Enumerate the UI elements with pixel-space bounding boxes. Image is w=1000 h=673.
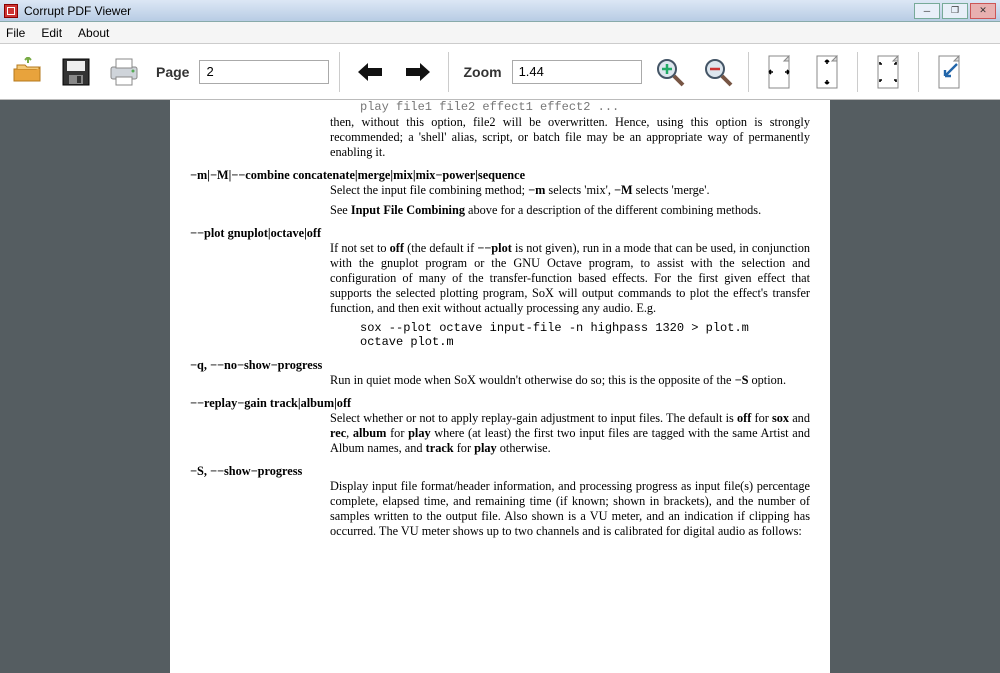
close-button[interactable]: ✕ <box>970 3 996 19</box>
zoom-in-icon <box>654 56 686 88</box>
menu-about[interactable]: About <box>78 26 109 40</box>
print-button[interactable] <box>104 52 144 92</box>
fit-height-icon <box>811 54 843 90</box>
option-heading: −−replay−gain track|album|off <box>190 396 351 410</box>
zoom-label: Zoom <box>463 64 501 80</box>
code-line: sox --plot octave input-file -n highpass… <box>190 321 810 336</box>
fit-height-button[interactable] <box>807 52 847 92</box>
open-button[interactable] <box>8 52 48 92</box>
fit-width-button[interactable] <box>759 52 799 92</box>
option-block: −q, −−no−show−progress <box>190 358 810 373</box>
code-line: octave plot.m <box>190 335 810 350</box>
document-viewport[interactable]: play file1 file2 effect1 effect2 ... the… <box>0 100 1000 673</box>
extract-button[interactable] <box>929 52 969 92</box>
floppy-disk-icon <box>61 57 91 87</box>
page-arrow-icon <box>933 54 965 90</box>
code-line: play file1 file2 effect1 effect2 ... <box>190 100 810 115</box>
paragraph: Run in quiet mode when SoX wouldn't othe… <box>190 373 810 388</box>
paragraph: See Input File Combining above for a des… <box>190 203 810 218</box>
option-heading: −m|−M|−−combine concatenate|merge|mix|mi… <box>190 168 525 182</box>
folder-open-icon <box>11 57 45 87</box>
option-block: −m|−M|−−combine concatenate|merge|mix|mi… <box>190 168 810 183</box>
option-heading: −−plot gnuplot|octave|off <box>190 226 321 240</box>
fullscreen-icon <box>872 54 904 90</box>
app-icon <box>4 4 18 18</box>
window-buttons: ─ ❐ ✕ <box>914 3 996 19</box>
menu-edit[interactable]: Edit <box>41 26 62 40</box>
page-label: Page <box>156 64 189 80</box>
arrow-left-icon <box>356 61 384 83</box>
paragraph: If not set to off (the default if −−plot… <box>190 241 810 316</box>
fullscreen-button[interactable] <box>868 52 908 92</box>
separator <box>918 52 919 92</box>
menubar: File Edit About <box>0 22 1000 44</box>
menu-file[interactable]: File <box>6 26 25 40</box>
pdf-page: play file1 file2 effect1 effect2 ... the… <box>170 100 830 673</box>
paragraph: Select whether or not to apply replay-ga… <box>190 411 810 456</box>
separator <box>748 52 749 92</box>
window-title: Corrupt PDF Viewer <box>24 4 914 18</box>
printer-icon <box>107 57 141 87</box>
arrow-right-icon <box>404 61 432 83</box>
zoom-out-button[interactable] <box>698 52 738 92</box>
separator <box>448 52 449 92</box>
zoom-input[interactable] <box>512 60 642 84</box>
option-block: −−plot gnuplot|octave|off <box>190 226 810 241</box>
maximize-button[interactable]: ❐ <box>942 3 968 19</box>
paragraph: Select the input file combining method; … <box>190 183 810 198</box>
titlebar: Corrupt PDF Viewer ─ ❐ ✕ <box>0 0 1000 22</box>
toolbar: Page Zoom <box>0 44 1000 100</box>
minimize-button[interactable]: ─ <box>914 3 940 19</box>
option-heading: −q, −−no−show−progress <box>190 358 322 372</box>
separator <box>339 52 340 92</box>
next-page-button[interactable] <box>398 52 438 92</box>
zoom-in-button[interactable] <box>650 52 690 92</box>
paragraph: Display input file format/header informa… <box>190 479 810 539</box>
save-button[interactable] <box>56 52 96 92</box>
paragraph: then, without this option, file2 will be… <box>190 115 810 160</box>
zoom-out-icon <box>702 56 734 88</box>
separator <box>857 52 858 92</box>
prev-page-button[interactable] <box>350 52 390 92</box>
fit-width-icon <box>763 54 795 90</box>
option-block: −−replay−gain track|album|off <box>190 396 810 411</box>
option-block: −S, −−show−progress <box>190 464 810 479</box>
page-input[interactable] <box>199 60 329 84</box>
option-heading: −S, −−show−progress <box>190 464 302 478</box>
